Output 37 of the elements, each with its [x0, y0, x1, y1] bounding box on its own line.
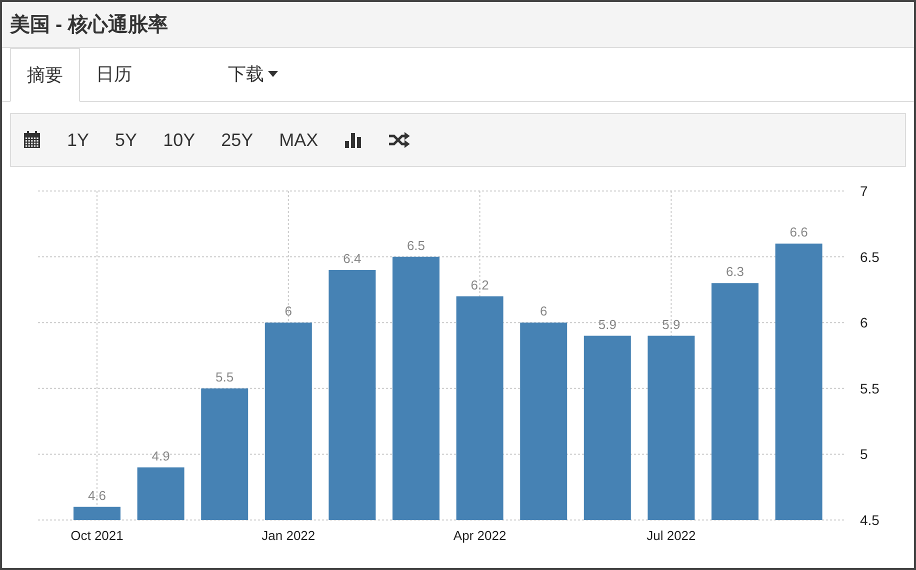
bar	[137, 467, 184, 520]
caret-icon	[268, 71, 278, 77]
range-button[interactable]: 1Y	[67, 126, 90, 154]
data-label: 4.6	[88, 488, 106, 503]
data-label: 6.2	[470, 277, 489, 292]
window-title: 美国 - 核心通胀率	[10, 12, 168, 38]
range-button[interactable]: 25Y	[221, 126, 254, 154]
range-button[interactable]: 10Y	[163, 126, 196, 154]
bar	[74, 506, 120, 520]
data-label: 6.6	[790, 224, 808, 240]
x-axis-label: Apr 2022	[453, 528, 506, 543]
x-axis-label: Jul 2022	[646, 528, 696, 543]
tab[interactable]: 日历	[80, 47, 148, 101]
data-label: 6.3	[726, 264, 744, 280]
y-axis-label: 7	[860, 183, 868, 199]
data-label: 6	[540, 304, 548, 319]
x-axis-label: Jan 2022	[262, 528, 316, 543]
data-label: 6	[284, 304, 292, 319]
data-label: 5.9	[662, 316, 680, 332]
y-axis-label: 5.5	[860, 380, 880, 396]
data-label: 6.5	[406, 238, 426, 253]
y-axis-label: 6.5	[860, 248, 880, 265]
range-button[interactable]: MAX	[279, 126, 318, 154]
tab[interactable]: 摘要	[10, 48, 80, 102]
data-label: 5.9	[598, 316, 616, 332]
data-label: 4.9	[152, 448, 170, 464]
y-axis-label: 6	[860, 314, 868, 331]
shuffle-icon[interactable]	[388, 132, 410, 148]
bar-chart-icon[interactable]	[344, 132, 362, 148]
data-label: 6.4	[343, 250, 362, 266]
dropdown-tab[interactable]: 下载	[212, 47, 294, 101]
range-button[interactable]: 5Y	[115, 126, 138, 154]
y-axis-label: 4.5	[860, 512, 880, 528]
x-axis-label: Oct 2021	[70, 528, 124, 543]
y-axis-label: 5	[860, 446, 868, 462]
calendar-icon[interactable]	[23, 131, 41, 149]
data-label: 5.5	[216, 369, 234, 384]
